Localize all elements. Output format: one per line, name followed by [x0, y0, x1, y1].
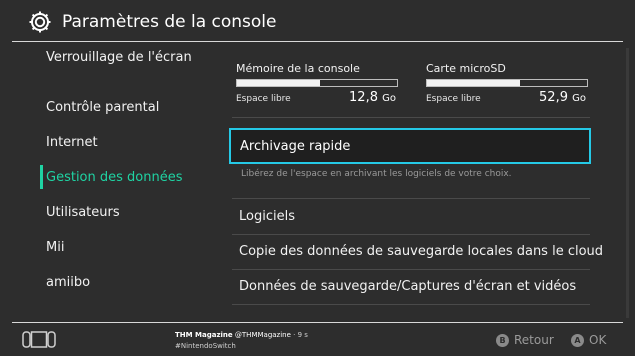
sd-storage: Carte microSD Espace libre 52,9 Go: [426, 62, 592, 105]
sidebar: Verrouillage de l'écran Contrôle parenta…: [0, 42, 205, 322]
gear-icon: [29, 11, 51, 33]
back-label: Retour: [514, 333, 554, 347]
notification: THM Magazine @THMMagazine · 9 s: [175, 331, 308, 339]
scrollbar[interactable]: [626, 48, 629, 318]
divider: [232, 117, 590, 118]
ok-label: OK: [589, 333, 607, 347]
sidebar-item-internet[interactable]: Internet: [46, 135, 98, 150]
active-indicator: [40, 165, 43, 189]
archive-label: Archivage rapide: [240, 139, 351, 154]
ok-button[interactable]: A OK: [571, 332, 606, 348]
divider: [232, 304, 590, 305]
menu-item-cloud-backup[interactable]: Copie des données de sauvegarde locales …: [239, 244, 603, 259]
sd-free-label: Espace libre: [426, 94, 481, 104]
divider: [232, 198, 590, 199]
console-free-value: 12,8 Go: [349, 90, 396, 105]
header: Paramètres de la console: [0, 0, 635, 42]
menu-item-software[interactable]: Logiciels: [239, 209, 295, 224]
a-button-icon: A: [571, 333, 584, 347]
menu-item-save-data-captures[interactable]: Données de sauvegarde/Captures d'écran e…: [239, 279, 576, 294]
sidebar-item-mii[interactable]: Mii: [46, 240, 64, 255]
back-button[interactable]: B Retour: [496, 332, 554, 348]
switch-console-icon: [22, 331, 56, 348]
footer: THM Magazine @THMMagazine · 9 s #Nintend…: [0, 323, 635, 356]
archive-description: Libérez de l'espace en archivant les log…: [241, 169, 512, 179]
sidebar-item-screen-lock[interactable]: Verrouillage de l'écran: [46, 50, 192, 65]
console-storage: Mémoire de la console Espace libre 12,8 …: [236, 62, 402, 105]
divider: [232, 234, 590, 235]
b-button-icon: B: [496, 333, 509, 347]
notification-tag: #NintendoSwitch: [175, 342, 236, 350]
archive-button[interactable]: Archivage rapide: [229, 128, 591, 164]
sd-free-value: 52,9 Go: [539, 90, 586, 105]
console-free-label: Espace libre: [236, 94, 291, 104]
sidebar-item-parental-control[interactable]: Contrôle parental: [46, 100, 159, 115]
sidebar-item-amiibo[interactable]: amiibo: [46, 275, 90, 290]
sidebar-item-users[interactable]: Utilisateurs: [46, 205, 120, 220]
console-storage-bar: [236, 79, 398, 87]
sd-storage-bar: [426, 79, 588, 87]
divider: [232, 269, 590, 270]
sidebar-item-data-management[interactable]: Gestion des données: [46, 170, 183, 185]
page-title: Paramètres de la console: [62, 12, 277, 32]
console-storage-name: Mémoire de la console: [236, 62, 360, 75]
console-storage-fill: [237, 80, 321, 86]
sd-storage-name: Carte microSD: [426, 62, 506, 75]
sd-storage-fill: [427, 80, 520, 86]
